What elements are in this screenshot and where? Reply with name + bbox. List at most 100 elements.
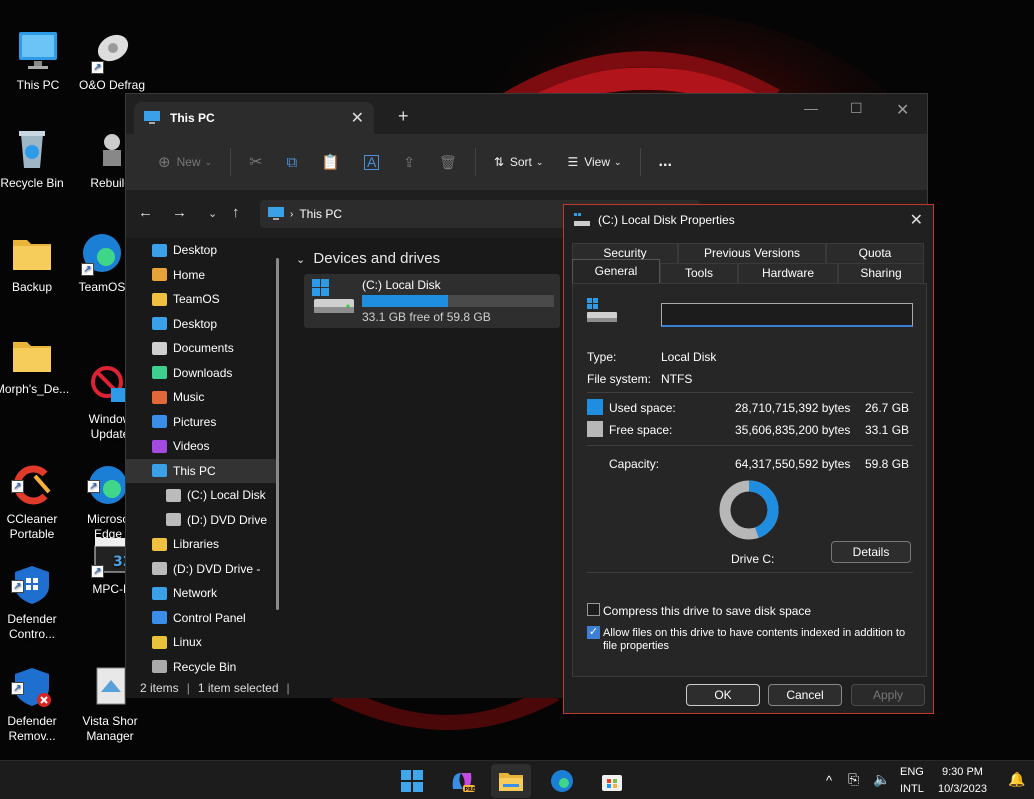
type-value: Local Disk [661, 350, 717, 364]
back-arrow-icon[interactable]: ← [138, 204, 153, 221]
sort-icon: ⇅ [493, 155, 504, 169]
drive-icon [166, 488, 181, 502]
toolbar-divider [230, 148, 232, 176]
sort-button[interactable]: ⇅ Sort ⌄ [482, 146, 556, 178]
share-button[interactable]: ⇪ [391, 146, 427, 178]
desktop-icon-label: O&O Defrag [78, 78, 146, 92]
cut-icon: ✂ [249, 154, 263, 171]
speaker-icon[interactable]: 🔈 [873, 771, 890, 788]
nav-item[interactable]: Libraries [126, 532, 278, 557]
nav-item[interactable]: Pictures [126, 410, 278, 435]
tab-tools[interactable]: Tools [660, 263, 738, 283]
nav-item[interactable]: Linux [126, 630, 278, 655]
show-hidden-icons-chevron[interactable]: ^ [826, 773, 832, 788]
divider [587, 572, 913, 573]
desktop-icon-defender-control[interactable]: ↗ Defender Contro... [0, 532, 70, 642]
chevron-down-icon: ⌄ [535, 156, 544, 167]
this-pc-icon [144, 111, 160, 124]
clock-time[interactable]: 9:30 PM [942, 766, 983, 778]
cut-button[interactable]: ✂ [237, 146, 274, 178]
close-tab-icon[interactable]: ✕ [351, 108, 364, 128]
nav-item[interactable]: Home [126, 263, 278, 288]
clock-date[interactable]: 10/3/2023 [938, 783, 987, 795]
nav-item[interactable]: Recycle Bin [126, 655, 278, 679]
ok-button[interactable]: OK [686, 684, 760, 706]
breadcrumb[interactable]: This PC [299, 207, 342, 221]
notification-bell-icon[interactable]: 🔔 [1008, 771, 1025, 788]
desktop-icon-this-pc[interactable]: This PC [0, 28, 76, 93]
nav-item[interactable]: Downloads [126, 361, 278, 386]
tab-previous-versions[interactable]: Previous Versions [678, 243, 826, 263]
start-button[interactable] [392, 764, 432, 798]
nav-item[interactable]: TeamOS [126, 287, 278, 312]
drive-name-input[interactable] [661, 303, 913, 327]
tab-general[interactable]: General [572, 259, 660, 283]
index-checkbox[interactable]: ✓ [587, 626, 600, 639]
keyboard-layout-indicator[interactable]: INTL [900, 783, 924, 795]
drive-tile-c[interactable]: (C:) Local Disk 33.1 GB free of 59.8 GB [304, 274, 560, 328]
cancel-button[interactable]: Cancel [768, 684, 842, 706]
folder-icon [499, 773, 523, 791]
chevron-down-icon: ⌄ [296, 254, 306, 266]
new-tab-icon[interactable]: + [398, 106, 409, 127]
store-taskbar-button[interactable] [592, 764, 632, 798]
paste-button[interactable]: 📋 [309, 146, 352, 178]
nav-item[interactable]: Desktop [126, 238, 278, 263]
file-system-label: File system: [587, 372, 652, 386]
nav-item[interactable]: Network [126, 581, 278, 606]
control-panel-icon [152, 611, 167, 625]
close-dialog-icon[interactable]: ✕ [910, 210, 923, 230]
videos-icon [152, 439, 167, 453]
tab-hardware[interactable]: Hardware [738, 263, 838, 283]
new-button[interactable]: ⊕ New ⌄ [146, 146, 224, 178]
apply-button[interactable]: Apply [851, 684, 925, 706]
desktop-icon-recycle-bin[interactable]: Recycle Bin [0, 126, 70, 191]
nav-item[interactable]: Videos [126, 434, 278, 459]
selection-count: 1 item selected [197, 681, 279, 695]
nav-item[interactable]: Desktop [126, 312, 278, 337]
folder-icon [152, 292, 167, 306]
file-explorer-taskbar-button[interactable] [491, 764, 531, 798]
taskbar: PRE ^ ⎘ 🔈 ENG INTL 9:30 PM 10/3/2023 🔔 [0, 760, 1034, 799]
recent-locations-chevron-icon[interactable]: ⌄ [208, 207, 217, 220]
more-options-button[interactable]: ... [647, 146, 684, 178]
tab-quota[interactable]: Quota [826, 243, 924, 263]
language-indicator[interactable]: ENG [900, 766, 924, 778]
used-space-label: Used space: [609, 401, 676, 415]
maximize-icon[interactable]: ☐ [850, 100, 863, 117]
compress-label: Compress this drive to save disk space [603, 604, 812, 618]
copy-button[interactable]: ⧉ [275, 146, 310, 178]
nav-item[interactable]: (D:) DVD Drive - [126, 557, 278, 582]
desktop-icon-defender-remover[interactable]: ↗ Defender Remov... [0, 634, 70, 744]
nav-item[interactable]: This PC [126, 458, 278, 483]
tab-sharing[interactable]: Sharing [838, 263, 924, 283]
nav-item[interactable]: (D:) DVD Drive [126, 508, 278, 533]
compress-checkbox[interactable] [587, 603, 600, 616]
up-arrow-icon[interactable]: ↑ [232, 204, 240, 221]
tab-this-pc[interactable]: This PC ✕ [134, 102, 374, 134]
desktop-icon-morphs[interactable]: Morph's_De... [0, 332, 70, 397]
nav-item[interactable]: Control Panel [126, 606, 278, 631]
rename-button[interactable]: A [352, 146, 391, 178]
delete-button[interactable]: 🗑 [427, 146, 469, 178]
desktop-icon-oo-defrag[interactable]: ↗ O&O Defrag [74, 28, 150, 93]
file-system-value: NTFS [661, 372, 693, 386]
devices-section-header[interactable]: ⌄ Devices and drives [296, 250, 440, 267]
nav-scrollbar[interactable] [276, 258, 279, 610]
minimize-icon[interactable]: — [804, 100, 818, 116]
nav-item[interactable]: (C:) Local Disk [126, 483, 278, 508]
close-window-icon[interactable]: ✕ [896, 100, 909, 120]
desktop-icon-backup[interactable]: Backup [0, 230, 70, 295]
forward-arrow-icon[interactable]: → [172, 204, 187, 221]
music-icon [152, 390, 167, 404]
copilot-button[interactable]: PRE [442, 764, 482, 798]
command-bar: ⊕ New ⌄ ✂ ⧉ 📋 A ⇪ 🗑 ⇅ Sort ⌄ ☰ View ⌄ ..… [126, 134, 927, 190]
edge-taskbar-button[interactable] [542, 764, 582, 798]
toolbar-divider [639, 148, 641, 176]
details-button[interactable]: Details [831, 541, 911, 563]
nav-item[interactable]: Music [126, 385, 278, 410]
view-button[interactable]: ☰ View ⌄ [555, 146, 633, 178]
nav-item[interactable]: Documents [126, 336, 278, 361]
network-icon[interactable]: ⎘ [848, 771, 859, 788]
desktop-icon-ccleaner[interactable]: ↗ CCleaner Portable [0, 432, 70, 542]
